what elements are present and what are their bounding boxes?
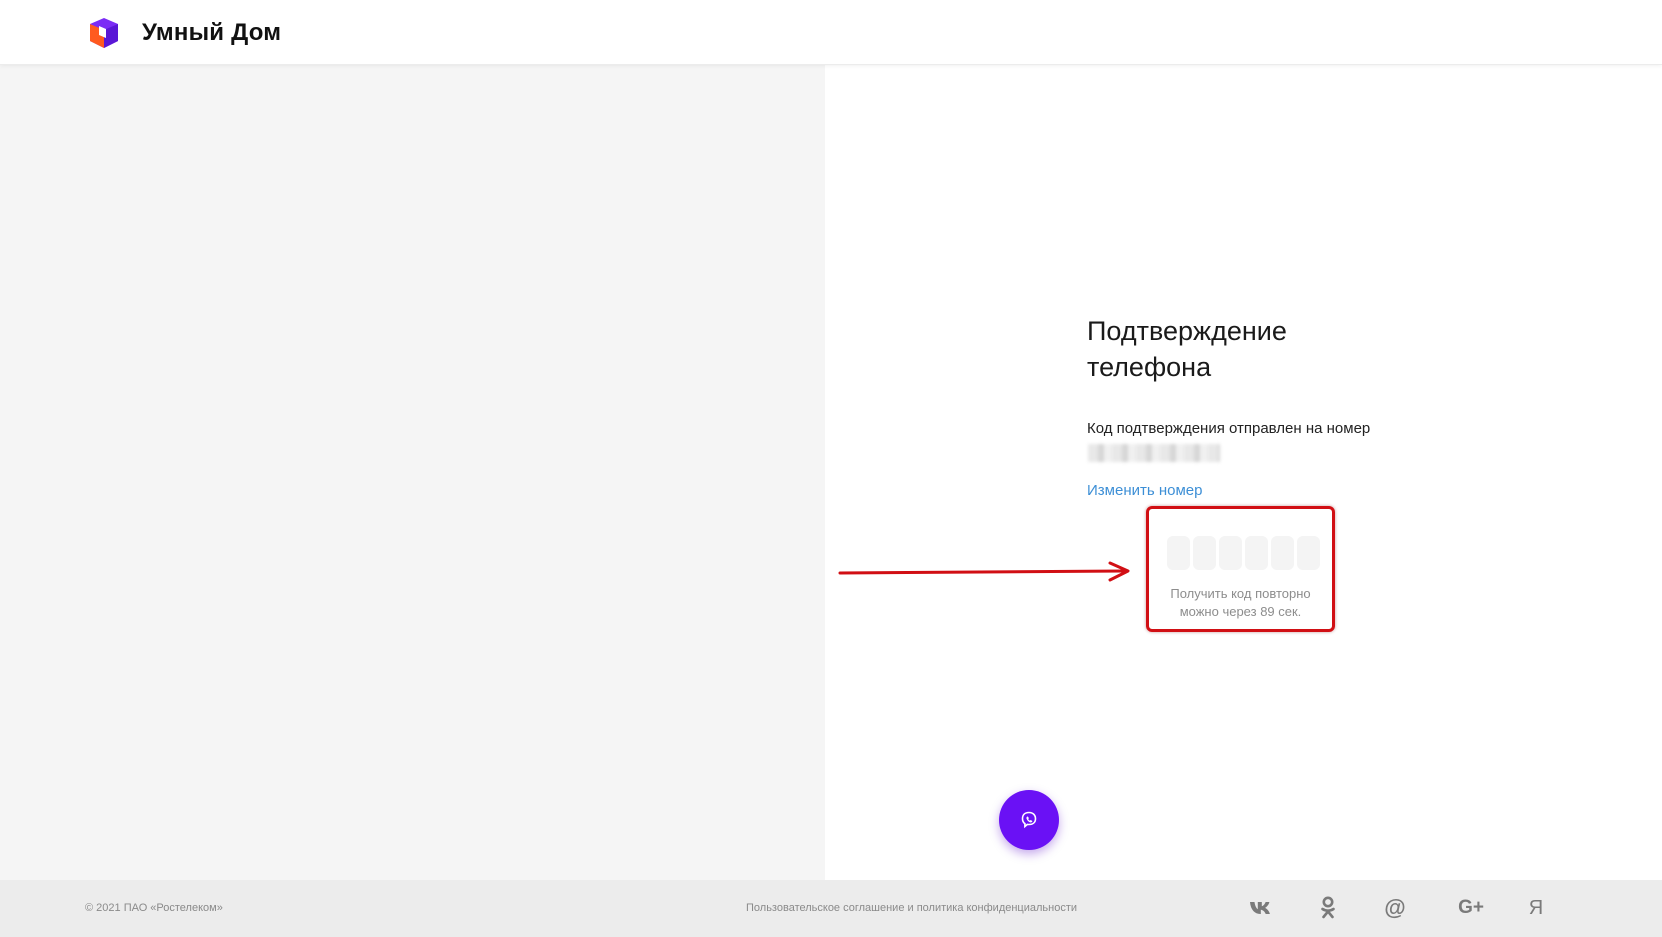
vk-icon [1250, 902, 1270, 914]
page: Умный Дом Подтверждение телефона Код под… [0, 0, 1662, 937]
rostelecom-logo-icon[interactable] [84, 16, 122, 50]
code-digit-6[interactable] [1297, 536, 1320, 570]
google-plus-icon: G+ [1458, 897, 1484, 918]
code-digit-3[interactable] [1219, 536, 1242, 570]
copyright-text: © 2021 ПАО «Ростелеком» [85, 902, 223, 914]
code-sent-text: Код подтверждения отправлен на номер [1087, 420, 1371, 437]
resend-line-2: можно через 89 сек. [1179, 604, 1302, 619]
footer: © 2021 ПАО «Ростелеком» Пользовательское… [0, 880, 1662, 937]
code-digit-5[interactable] [1271, 536, 1294, 570]
yandex-login-button[interactable]: Я [1524, 895, 1548, 921]
mail-ru-login-button[interactable]: @ [1380, 895, 1410, 921]
vk-login-button[interactable] [1248, 895, 1276, 921]
code-digit-2[interactable] [1193, 536, 1216, 570]
code-input-group [1167, 536, 1320, 570]
page-title: Подтверждение телефона [1087, 316, 1287, 382]
code-digit-4[interactable] [1245, 536, 1268, 570]
google-plus-login-button[interactable]: G+ [1454, 895, 1488, 921]
resend-line-1: Получить код повторно [1170, 586, 1311, 601]
resend-timer-text: Получить код повторно можно через 89 сек… [1149, 585, 1332, 621]
policy-link[interactable]: Пользовательское соглашение и политика к… [746, 902, 1077, 914]
viber-chat-button[interactable] [999, 790, 1059, 850]
header: Умный Дом [0, 0, 1662, 65]
masked-phone-number [1088, 444, 1220, 462]
odnoklassniki-icon [1321, 896, 1335, 919]
odnoklassniki-login-button[interactable] [1316, 895, 1340, 921]
code-digit-1[interactable] [1167, 536, 1190, 570]
viber-icon [1021, 811, 1037, 829]
brand-title[interactable]: Умный Дом [142, 19, 281, 47]
mail-ru-icon: @ [1384, 895, 1406, 920]
change-number-link[interactable]: Изменить номер [1087, 482, 1202, 499]
arrow-annotation-icon [838, 561, 1130, 582]
code-entry-highlight: Получить код повторно можно через 89 сек… [1146, 506, 1335, 632]
yandex-icon: Я [1528, 896, 1544, 919]
left-panel [0, 65, 825, 880]
